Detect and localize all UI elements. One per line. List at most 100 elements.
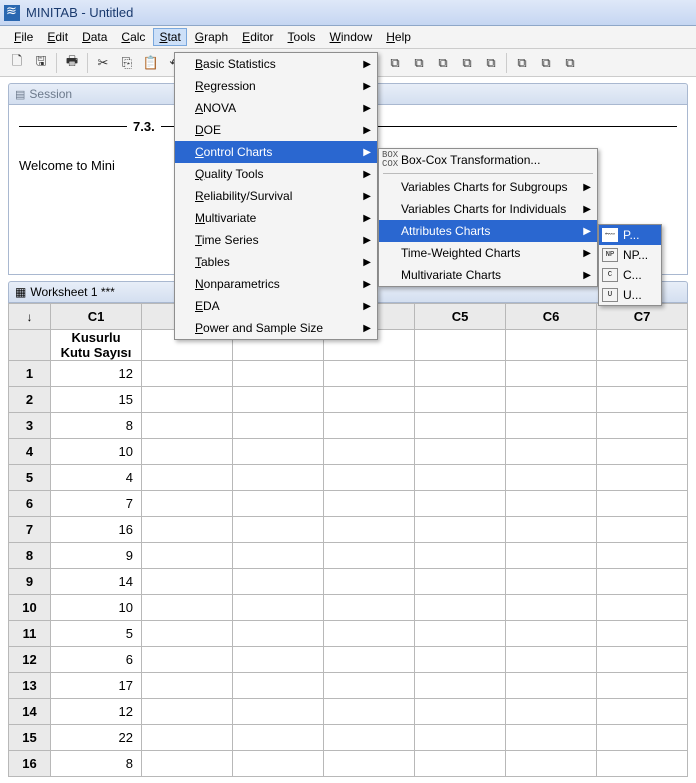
cell[interactable] (506, 621, 597, 647)
row-header[interactable]: 3 (9, 413, 51, 439)
cell[interactable] (597, 361, 688, 387)
toolbar-button[interactable]: ⧉ (432, 52, 454, 74)
cell[interactable] (142, 465, 233, 491)
toolbar-button[interactable]: ⧉ (456, 52, 478, 74)
column-header[interactable]: C5 (415, 304, 506, 330)
cell[interactable] (142, 439, 233, 465)
cell[interactable] (415, 517, 506, 543)
cell[interactable] (142, 725, 233, 751)
cell[interactable] (233, 699, 324, 725)
toolbar-button[interactable]: ⧉ (511, 52, 533, 74)
cell[interactable] (324, 439, 415, 465)
row-header[interactable]: 13 (9, 673, 51, 699)
cell[interactable]: 10 (51, 439, 142, 465)
worksheet-grid[interactable]: ↓C1C2C3C4C5C6C7Kusurlu Kutu Sayısı112215… (8, 303, 688, 777)
cell[interactable]: 17 (51, 673, 142, 699)
cell[interactable] (415, 543, 506, 569)
cell[interactable] (324, 699, 415, 725)
cell[interactable]: 16 (51, 517, 142, 543)
toolbar-button[interactable]: ✂ (92, 52, 114, 74)
menu-item-time-series[interactable]: Time Series▶ (175, 229, 377, 251)
cell[interactable] (415, 673, 506, 699)
cell[interactable] (324, 595, 415, 621)
cell[interactable] (142, 543, 233, 569)
cell[interactable] (506, 725, 597, 751)
cell[interactable] (597, 647, 688, 673)
menu-item-eda[interactable]: EDA▶ (175, 295, 377, 317)
cell[interactable] (233, 569, 324, 595)
cell[interactable] (506, 699, 597, 725)
cell[interactable]: 14 (51, 569, 142, 595)
cell[interactable] (233, 725, 324, 751)
row-header[interactable]: 12 (9, 647, 51, 673)
cell[interactable] (597, 621, 688, 647)
cell[interactable] (324, 543, 415, 569)
cell[interactable] (324, 361, 415, 387)
cell[interactable] (233, 621, 324, 647)
cell[interactable]: 8 (51, 751, 142, 777)
cell[interactable] (233, 361, 324, 387)
cell[interactable] (233, 465, 324, 491)
menu-item-power-and-sample-size[interactable]: Power and Sample Size▶ (175, 317, 377, 339)
cell[interactable] (324, 569, 415, 595)
menu-item-variables-charts-for-individuals[interactable]: Variables Charts for Individuals▶ (379, 198, 597, 220)
cell[interactable] (233, 491, 324, 517)
cell[interactable] (142, 621, 233, 647)
column-name[interactable] (506, 330, 597, 361)
cell[interactable] (597, 491, 688, 517)
menu-window[interactable]: Window (324, 28, 379, 46)
menu-item-control-charts[interactable]: Control Charts▶ (175, 141, 377, 163)
toolbar-button[interactable]: 📋 (140, 52, 162, 74)
cell[interactable] (506, 387, 597, 413)
menu-calc[interactable]: Calc (115, 28, 151, 46)
menu-item-doe[interactable]: DOE▶ (175, 119, 377, 141)
menu-tools[interactable]: Tools (282, 28, 322, 46)
cell[interactable] (506, 413, 597, 439)
row-header[interactable]: 6 (9, 491, 51, 517)
cell[interactable] (415, 413, 506, 439)
menu-item-multivariate[interactable]: Multivariate▶ (175, 207, 377, 229)
cell[interactable] (142, 361, 233, 387)
cell[interactable] (597, 465, 688, 491)
row-header[interactable]: 5 (9, 465, 51, 491)
row-header[interactable]: 11 (9, 621, 51, 647)
cell[interactable] (142, 595, 233, 621)
cell[interactable] (506, 595, 597, 621)
cell[interactable] (506, 491, 597, 517)
cell[interactable] (597, 595, 688, 621)
cell[interactable] (324, 387, 415, 413)
row-header[interactable]: 10 (9, 595, 51, 621)
cell[interactable] (142, 751, 233, 777)
cell[interactable] (324, 751, 415, 777)
cell[interactable] (324, 465, 415, 491)
cell[interactable] (415, 465, 506, 491)
cell[interactable] (415, 621, 506, 647)
cell[interactable] (597, 751, 688, 777)
menu-item-nonparametrics[interactable]: Nonparametrics▶ (175, 273, 377, 295)
cell[interactable] (597, 569, 688, 595)
column-name-c1[interactable]: Kusurlu Kutu Sayısı (51, 330, 142, 361)
cell[interactable] (597, 517, 688, 543)
row-header[interactable]: 16 (9, 751, 51, 777)
cell[interactable] (233, 517, 324, 543)
column-header[interactable]: C1 (51, 304, 142, 330)
cell[interactable] (324, 413, 415, 439)
cell[interactable] (142, 387, 233, 413)
menu-item-box-cox-transformation-[interactable]: BOXCOXBox-Cox Transformation... (379, 149, 597, 171)
cell[interactable] (142, 517, 233, 543)
cell[interactable]: 12 (51, 361, 142, 387)
row-header[interactable]: 15 (9, 725, 51, 751)
cell[interactable]: 4 (51, 465, 142, 491)
menu-edit[interactable]: Edit (41, 28, 74, 46)
cell[interactable] (506, 751, 597, 777)
row-header[interactable]: 4 (9, 439, 51, 465)
row-header[interactable]: 1 (9, 361, 51, 387)
cell[interactable] (597, 413, 688, 439)
cell[interactable] (415, 387, 506, 413)
cell[interactable] (415, 491, 506, 517)
row-header[interactable]: 2 (9, 387, 51, 413)
menu-file[interactable]: File (8, 28, 39, 46)
cell[interactable] (233, 595, 324, 621)
cell[interactable]: 7 (51, 491, 142, 517)
cell[interactable] (415, 647, 506, 673)
